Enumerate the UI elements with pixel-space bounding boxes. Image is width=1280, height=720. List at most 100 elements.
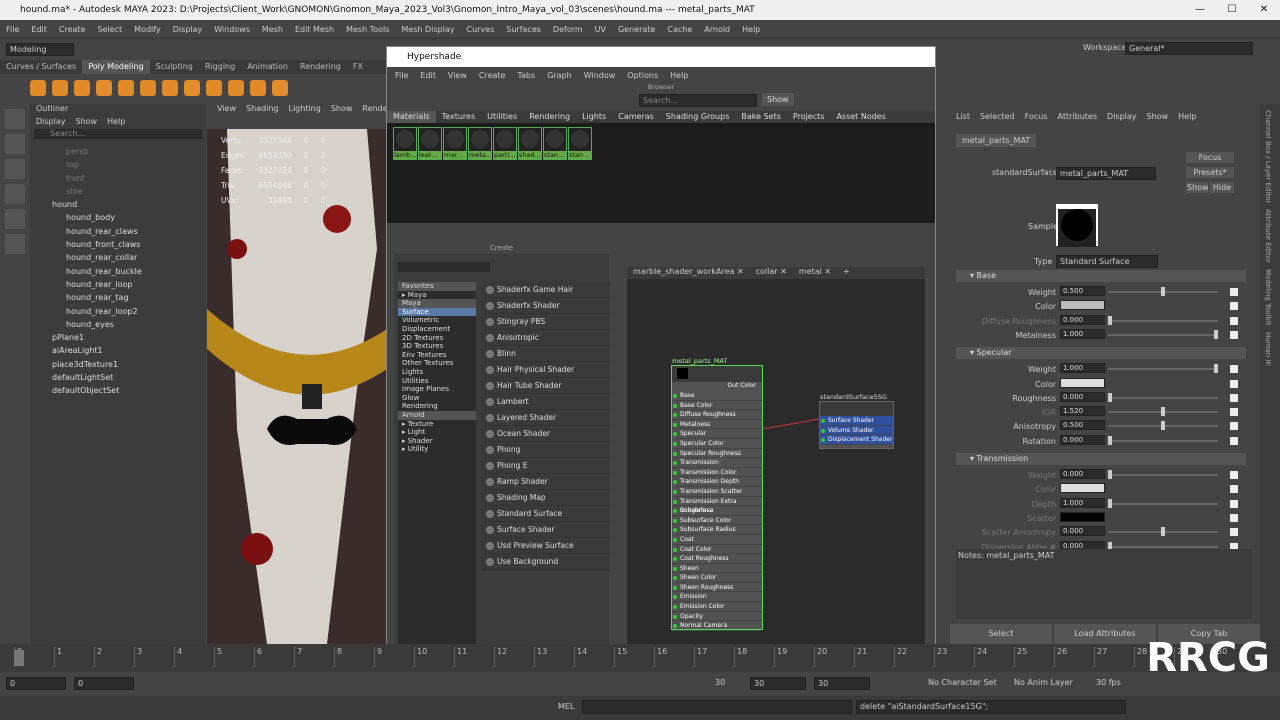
menu-item[interactable]: Modify: [134, 25, 161, 34]
shader-item[interactable]: Shaderfx Game Hair: [482, 282, 610, 298]
select-tool-icon[interactable]: [5, 109, 25, 129]
attr-menu-item[interactable]: Selected: [980, 112, 1015, 121]
slider-handle[interactable]: [1108, 470, 1112, 479]
shelf-tab[interactable]: Curves / Surfaces: [0, 60, 82, 74]
cube-icon[interactable]: [52, 80, 68, 96]
attr-field[interactable]: 1.520: [1060, 406, 1105, 417]
attr-menu-item[interactable]: Help: [1178, 112, 1196, 121]
shader-item[interactable]: Blinn: [482, 346, 610, 362]
attr-field[interactable]: 1.000: [1060, 363, 1105, 374]
attr-field[interactable]: 0.000: [1060, 391, 1105, 402]
create-tree-item[interactable]: Glow: [398, 394, 476, 403]
attr-menu-item[interactable]: Focus: [1025, 112, 1048, 121]
map-button-icon[interactable]: [1230, 485, 1238, 494]
map-button-icon[interactable]: [1230, 499, 1238, 508]
attr-menu-item[interactable]: List: [956, 112, 970, 121]
menu-item[interactable]: Help: [742, 25, 760, 34]
viewport-menu-item[interactable]: Shading: [246, 104, 279, 117]
map-button-icon[interactable]: [1230, 302, 1238, 311]
menu-item[interactable]: Display: [173, 25, 203, 34]
attr-slider[interactable]: [1108, 545, 1218, 548]
browser-tab[interactable]: Rendering: [523, 111, 576, 123]
shader-item[interactable]: Phong: [482, 442, 610, 458]
create-tree-item[interactable]: Displacement: [398, 325, 476, 334]
sidebar-tab[interactable]: Modeling Toolkit: [1264, 269, 1272, 325]
hypershade-menu-item[interactable]: Tabs: [517, 71, 535, 80]
pyramid-icon[interactable]: [206, 80, 222, 96]
material-swatch[interactable]: shad...: [518, 127, 542, 160]
material-swatch[interactable]: mar...: [443, 127, 467, 160]
map-button-icon[interactable]: [1230, 379, 1238, 388]
create-tree-item[interactable]: Image Planes: [398, 385, 476, 394]
attr-slider[interactable]: [1108, 396, 1218, 399]
menu-item[interactable]: Mesh Tools: [346, 25, 389, 34]
menu-item[interactable]: Edit Mesh: [295, 25, 334, 34]
range-end[interactable]: 30: [750, 677, 806, 690]
attr-menu-item[interactable]: Attributes: [1058, 112, 1098, 121]
shader-item[interactable]: Ocean Shader: [482, 426, 610, 442]
create-tree-item[interactable]: 2D Textures: [398, 334, 476, 343]
map-button-icon[interactable]: [1230, 330, 1238, 339]
hypershade-menu-item[interactable]: Edit: [420, 71, 436, 80]
create-tree-item[interactable]: ▸ Texture: [398, 420, 476, 429]
create-tree-item[interactable]: Other Textures: [398, 359, 476, 368]
create-tree-item[interactable]: Arnold: [398, 410, 476, 420]
workspace-dropdown[interactable]: General*: [1125, 42, 1253, 55]
shelf-tab[interactable]: FX: [347, 60, 369, 74]
attr-slider[interactable]: [1108, 502, 1218, 505]
viewport-menu-item[interactable]: Renderer: [362, 104, 387, 117]
shelf-tab[interactable]: Rigging: [199, 60, 241, 74]
outliner-item[interactable]: side: [30, 185, 206, 198]
hypershade-menu-item[interactable]: Graph: [547, 71, 572, 80]
browser-tab[interactable]: Bake Sets: [735, 111, 787, 123]
attr-field[interactable]: [1060, 377, 1105, 388]
move-tool-icon[interactable]: [5, 184, 25, 204]
outliner-menu-item[interactable]: Show: [76, 117, 98, 126]
attr-field[interactable]: 0.000: [1060, 314, 1105, 325]
slider-handle[interactable]: [1108, 315, 1112, 325]
shelf-tab[interactable]: Rendering: [294, 60, 347, 74]
slider-handle[interactable]: [1214, 364, 1218, 374]
hypershade-menu-item[interactable]: Options: [627, 71, 658, 80]
map-button-icon[interactable]: [1230, 471, 1238, 479]
sg-node[interactable]: standardSurface5SG Surface Shader Volume …: [819, 393, 894, 449]
viewport-menu-item[interactable]: View: [217, 104, 236, 117]
attr-field[interactable]: 0.000: [1060, 526, 1105, 537]
create-search[interactable]: [398, 262, 490, 272]
browser-tab[interactable]: Asset Nodes: [830, 111, 891, 123]
map-button-icon[interactable]: [1230, 436, 1238, 445]
outliner-item[interactable]: front: [30, 172, 206, 185]
lasso-tool-icon[interactable]: [5, 134, 25, 154]
shader-item[interactable]: Anisotropic: [482, 330, 610, 346]
attr-section-header[interactable]: ▾ Base: [956, 270, 1246, 282]
browser-tab[interactable]: Projects: [787, 111, 831, 123]
node-port[interactable]: Surface Shader: [820, 416, 893, 426]
hypershade-menu-item[interactable]: Window: [584, 71, 616, 80]
attr-tab[interactable]: metal_parts_MAT: [956, 134, 1037, 147]
outliner-item[interactable]: hound_rear_tag: [30, 291, 206, 304]
slider-handle[interactable]: [1161, 407, 1165, 417]
outliner-item[interactable]: hound_eyes: [30, 318, 206, 331]
attr-section-header[interactable]: ▾ Specular: [956, 347, 1246, 360]
menu-item[interactable]: UV: [595, 25, 606, 34]
cone-icon[interactable]: [96, 80, 112, 96]
cylinder-icon[interactable]: [74, 80, 90, 96]
menu-item[interactable]: Deform: [553, 25, 583, 34]
attr-field[interactable]: 0.000: [1060, 469, 1105, 479]
outliner-item[interactable]: hound_rear_claws: [30, 225, 206, 238]
create-tree-item[interactable]: Lights: [398, 368, 476, 377]
menu-item[interactable]: Arnold: [704, 25, 730, 34]
sidebar-tab[interactable]: Attribute Editor: [1264, 209, 1272, 263]
end-frame[interactable]: 30: [814, 677, 870, 690]
attr-field[interactable]: [1060, 300, 1105, 311]
browser-tab[interactable]: Shading Groups: [660, 111, 736, 123]
browser-search[interactable]: Search...: [639, 94, 757, 107]
attr-slider[interactable]: [1108, 319, 1218, 322]
shader-item[interactable]: Use Background: [482, 554, 610, 570]
map-button-icon[interactable]: [1230, 393, 1238, 402]
node-port[interactable]: Volume Shader: [820, 425, 893, 436]
range-start[interactable]: 0: [74, 677, 134, 690]
attr-menu-item[interactable]: Display: [1107, 112, 1137, 121]
attr-section-header[interactable]: ▾ Transmission: [956, 453, 1246, 465]
create-tree-item[interactable]: ▸ Light: [398, 428, 476, 437]
